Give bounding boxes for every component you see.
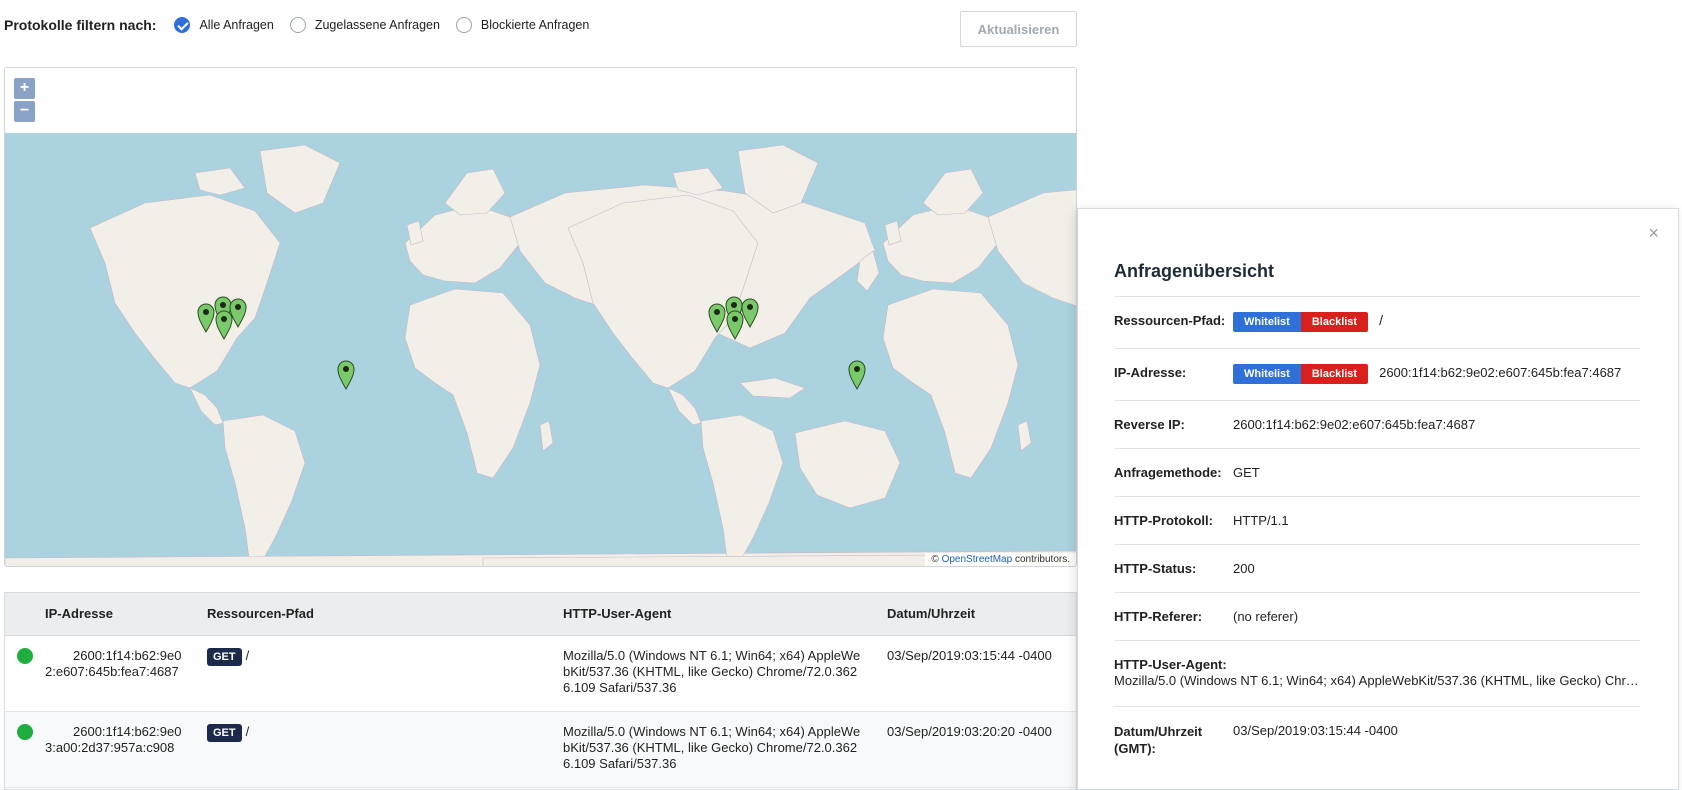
map-attribution: © OpenStreetMap contributors. [925,553,1076,566]
col-header-ip[interactable]: IP-Adresse [45,606,113,621]
user-agent-label: HTTP-User-Agent: [1114,657,1227,672]
marker-layer [5,68,1076,566]
map-marker-pin[interactable] [708,303,726,333]
filter-allowed-label: Zugelassene Anfragen [314,18,440,32]
blacklist-ip-button[interactable]: Blacklist [1300,364,1369,384]
row-resource: GET / [207,724,249,742]
status-value: 200 [1233,561,1255,576]
filter-allowed-requests[interactable]: Zugelassene Anfragen [289,17,440,33]
col-header-datetime[interactable]: Datum/Uhrzeit [887,606,975,621]
datetime-label-line2: (GMT): [1114,741,1156,756]
row-path: / [245,648,250,663]
detail-row-referer: HTTP-Referer: (no referer) [1114,592,1640,640]
row-datetime: 03/Sep/2019:03:15:44 -0400 [887,648,1052,663]
reverse-ip-label: Reverse IP: [1114,417,1185,432]
map-marker-pin[interactable] [197,303,215,333]
detail-row-user-agent: HTTP-User-Agent: Mozilla/5.0 (Windows NT… [1114,640,1640,706]
referer-label: HTTP-Referer: [1114,609,1203,624]
resource-value: / [1379,312,1383,328]
referer-value: (no referer) [1233,609,1299,624]
whitelist-resource-button[interactable]: Whitelist [1233,312,1301,332]
datetime-label-line1: Datum/Uhrzeit [1114,724,1203,739]
map-marker-pin[interactable] [726,310,744,340]
row-user-agent: Mozilla/5.0 (Windows NT 6.1; Win64; x64)… [563,724,861,771]
detail-row-reverse-ip: Reverse IP: 2600:1f14:b62:9e02:e607:645b… [1114,400,1640,448]
detail-row-resource: Ressourcen-Pfad: Whitelist Blacklist / [1114,296,1640,348]
row-ip: 2600:1f14:b62:9e03:a00:2d37:957a:c908 [45,724,182,755]
protocol-label: HTTP-Protokoll: [1114,513,1213,528]
row-ip: 2600:1f14:b62:9e02:e607:645b:fea7:4687 [45,648,182,679]
detail-row-status: HTTP-Status: 200 [1114,544,1640,592]
resource-value-group: Whitelist Blacklist / [1233,312,1383,332]
protocol-value: HTTP/1.1 [1233,513,1289,528]
radio-checked-icon[interactable] [174,17,191,33]
radio-icon[interactable] [455,17,472,33]
detail-title: Anfragenübersicht [1114,261,1275,281]
method-value: GET [1233,465,1260,480]
radio-icon[interactable] [289,17,306,33]
osm-link[interactable]: OpenStreetMap [942,554,1013,565]
map-marker-pin[interactable] [215,310,233,340]
user-agent-value: Mozilla/5.0 (Windows NT 6.1; Win64; x64)… [1114,673,1640,688]
zoom-control: + − [14,78,35,124]
zoom-out-button[interactable]: − [14,101,35,122]
detail-row-protocol: HTTP-Protokoll: HTTP/1.1 [1114,496,1640,544]
attribution-suffix: contributors. [1012,554,1070,565]
ip-value-group: Whitelist Blacklist 2600:1f14:b62:9e02:e60… [1233,364,1621,384]
status-allowed-icon [17,648,33,664]
row-user-agent: Mozilla/5.0 (Windows NT 6.1; Win64; x64)… [563,648,861,695]
map-marker-pin[interactable] [848,360,866,390]
map-marker-pin[interactable] [337,360,355,390]
table-row[interactable]: 2600:1f14:b62:9e02:e607:645b:fea7:4687 G… [5,636,1076,712]
col-header-user-agent[interactable]: HTTP-User-Agent [563,606,671,621]
method-badge: GET [207,648,242,666]
col-header-resource[interactable]: Ressourcen-Pfad [207,606,314,621]
row-path: / [245,724,250,739]
whitelist-ip-button[interactable]: Whitelist [1233,364,1301,384]
close-icon[interactable]: × [1648,223,1659,244]
method-badge: GET [207,724,242,742]
reverse-ip-value: 2600:1f14:b62:9e02:e607:645b:fea7:4687 [1233,417,1476,432]
status-label: HTTP-Status: [1114,561,1197,576]
row-datetime: 03/Sep/2019:03:20:20 -0400 [887,724,1052,739]
zoom-in-button[interactable]: + [14,78,35,99]
table-row[interactable]: 2600:1f14:b62:9e03:a00:2d37:957a:c908 GE… [5,712,1076,788]
table-header: IP-Adresse Ressourcen-Pfad HTTP-User-Age… [5,593,1076,636]
datetime-label: Datum/Uhrzeit (GMT): [1114,723,1202,757]
row-resource: GET / [207,648,249,666]
ip-label: IP-Adresse: [1114,365,1187,380]
status-allowed-icon [17,724,33,740]
refresh-button[interactable]: Aktualisieren [960,11,1077,47]
copyright-symbol: © [931,554,939,565]
detail-row-ip: IP-Adresse: Whitelist Blacklist 2600:1f14:… [1114,348,1640,400]
request-detail-panel: × Anfragenübersicht Ressourcen-Pfad: Whi… [1077,208,1679,790]
ip-value: 2600:1f14:b62:9e02:e607:645b:fea7:4687 [1379,365,1622,380]
filter-blocked-label: Blockierte Anfragen [480,18,590,32]
detail-row-method: Anfragemethode: GET [1114,448,1640,496]
method-label: Anfragemethode: [1114,465,1222,480]
detail-row-datetime: Datum/Uhrzeit (GMT): 03/Sep/2019:03:15:4… [1114,706,1640,766]
request-map[interactable]: + − © OpenStreetMap contributors. [4,67,1077,567]
filter-blocked-requests[interactable]: Blockierte Anfragen [455,17,590,33]
filter-label: Protokolle filtern nach: [4,17,157,33]
blacklist-resource-button[interactable]: Blacklist [1300,312,1369,332]
datetime-value: 03/Sep/2019:03:15:44 -0400 [1233,723,1398,738]
request-log-table: IP-Adresse Ressourcen-Pfad HTTP-User-Age… [4,592,1077,790]
log-filter-bar: Protokolle filtern nach: Alle Anfragen Z… [4,14,605,36]
filter-all-requests[interactable]: Alle Anfragen [174,17,274,33]
filter-all-label: Alle Anfragen [199,18,274,32]
resource-label: Ressourcen-Pfad: [1114,313,1226,328]
